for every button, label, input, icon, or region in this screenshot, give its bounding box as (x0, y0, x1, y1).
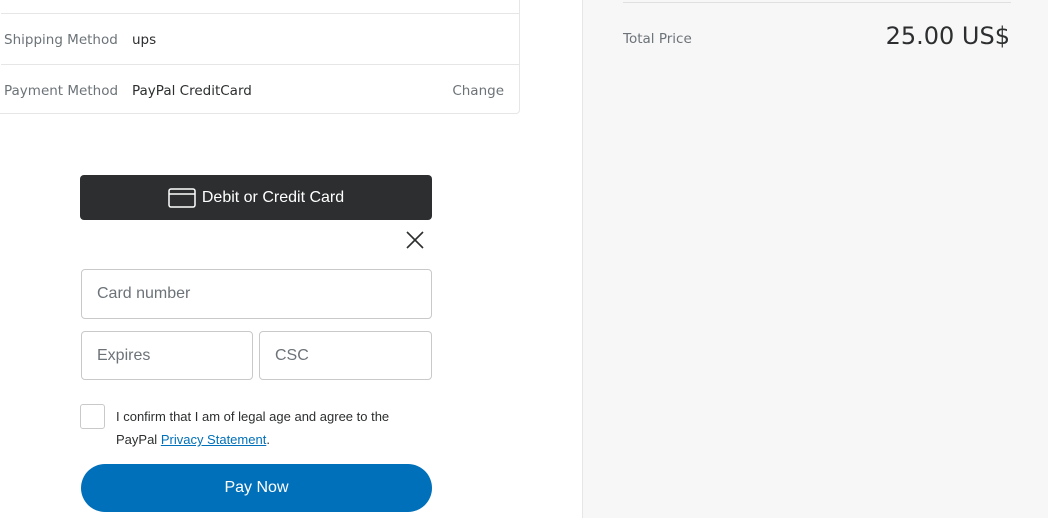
pay-now-button[interactable]: Pay Now (81, 464, 432, 512)
consent-checkbox[interactable] (80, 404, 105, 429)
order-total-panel: Total Price 25.00 US$ (582, 0, 1048, 518)
payment-method-label: Payment Method (4, 82, 119, 99)
shipping-method-value: ups (132, 31, 157, 48)
debit-credit-card-button[interactable]: Debit or Credit Card (80, 175, 432, 220)
expires-input[interactable] (97, 346, 252, 365)
consent-period: . (266, 432, 270, 447)
debit-credit-card-label: Debit or Credit Card (201, 188, 345, 206)
payment-method-row: Payment Method PayPal CreditCard Change (1, 64, 519, 116)
payment-method-value: PayPal CreditCard (132, 82, 252, 99)
close-icon[interactable] (404, 229, 426, 251)
change-payment-link[interactable]: Change (452, 83, 519, 99)
card-number-input[interactable] (97, 285, 431, 303)
shipping-method-label: Shipping Method (4, 31, 118, 48)
checkout-main-column: Shipping Method ups Payment Method PayPa… (0, 0, 582, 518)
pay-now-label: Pay Now (224, 479, 289, 496)
csc-field[interactable] (259, 331, 432, 380)
privacy-statement-link[interactable]: Privacy Statement (161, 432, 267, 447)
csc-input[interactable] (275, 346, 431, 365)
consent-statement: I confirm that I am of legal age and agr… (116, 405, 416, 451)
shipping-method-row: Shipping Method ups (1, 13, 519, 65)
total-price-value: 25.00 US$ (885, 22, 1010, 50)
total-price-label: Total Price (623, 31, 692, 47)
divider (623, 2, 1011, 3)
credit-card-icon (168, 187, 196, 208)
order-summary-card: Shipping Method ups Payment Method PayPa… (0, 0, 520, 114)
card-number-field[interactable] (81, 269, 432, 319)
expires-field[interactable] (81, 331, 253, 380)
